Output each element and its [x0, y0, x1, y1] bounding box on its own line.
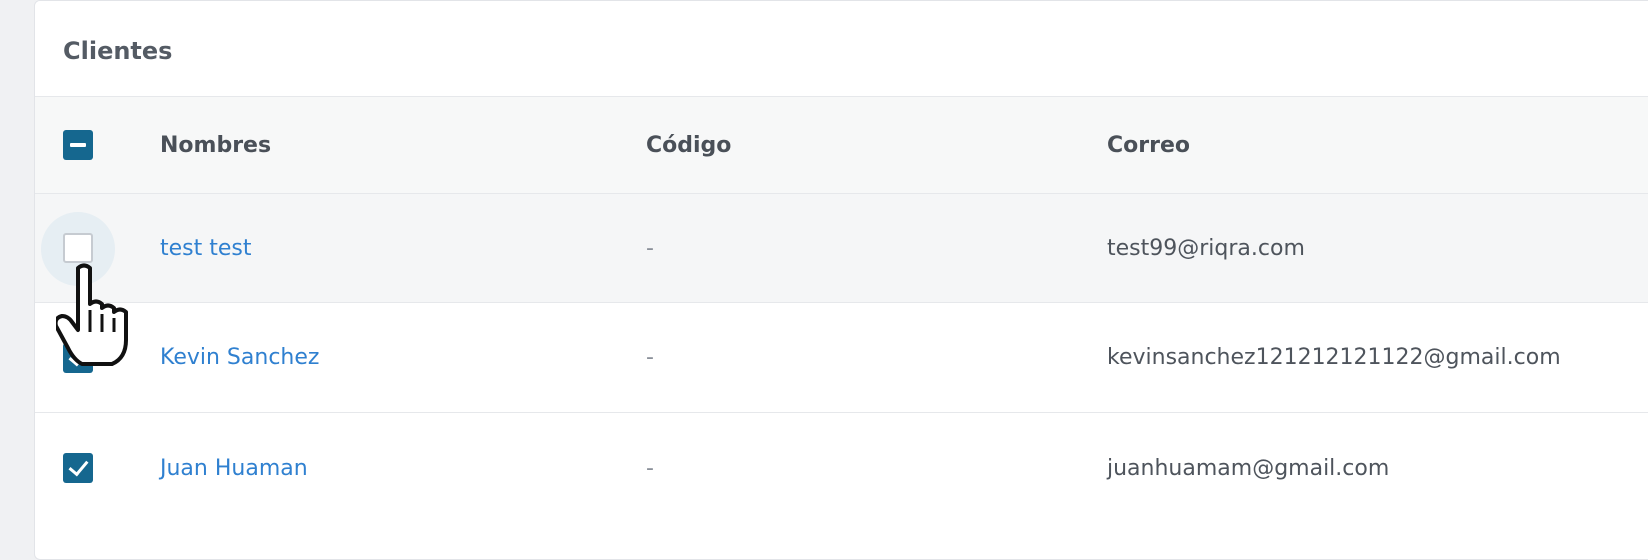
client-email: kevinsanchez121212121122@gmail.com: [1107, 345, 1561, 370]
table-row[interactable]: Juan Huaman - juanhuamam@gmail.com: [35, 413, 1648, 523]
select-all-cell: [63, 97, 95, 193]
client-email: juanhuamam@gmail.com: [1107, 455, 1390, 481]
table-row[interactable]: Kevin Sanchez - kevinsanchez121212121122…: [35, 303, 1648, 413]
column-header-nombres[interactable]: Nombres: [160, 97, 271, 193]
client-name-link[interactable]: Kevin Sanchez: [160, 303, 319, 412]
table-header-row: Nombres Código Correo: [35, 97, 1648, 194]
row-checkbox[interactable]: [63, 453, 93, 483]
column-header-correo[interactable]: Correo: [1107, 97, 1190, 193]
row-select-cell: [63, 413, 95, 523]
page-title: Clientes: [63, 37, 173, 65]
client-code: -: [646, 455, 654, 481]
select-all-checkbox[interactable]: [63, 130, 93, 160]
row-checkbox[interactable]: [63, 233, 93, 263]
client-code: -: [646, 235, 654, 261]
clients-card: Clientes Nombres Código Correo test test…: [34, 0, 1648, 560]
column-header-codigo[interactable]: Código: [646, 97, 731, 193]
hand-pointer-icon: [56, 263, 128, 366]
client-code: -: [646, 345, 654, 370]
client-name-link[interactable]: test test: [160, 194, 252, 302]
table-row[interactable]: test test - test99@riqra.com: [35, 194, 1648, 303]
client-email: test99@riqra.com: [1107, 235, 1305, 261]
card-header: Clientes: [35, 1, 1648, 97]
client-name-link[interactable]: Juan Huaman: [160, 413, 308, 523]
